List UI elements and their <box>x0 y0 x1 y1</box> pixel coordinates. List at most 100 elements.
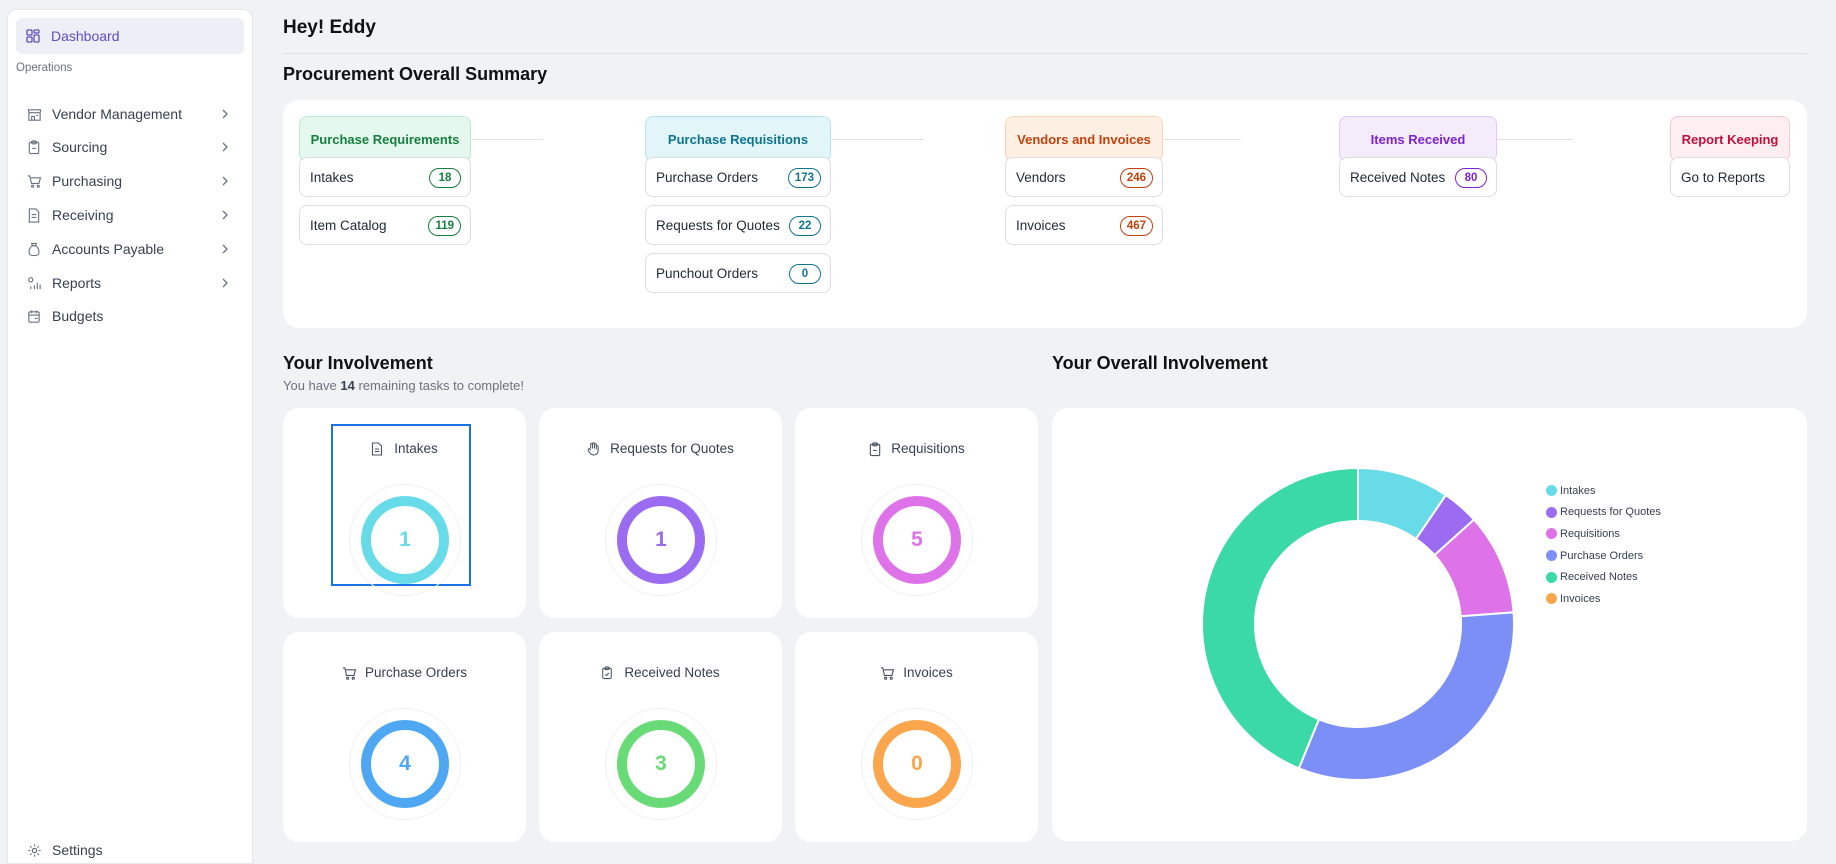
sidebar-item-accounts-payable[interactable]: Accounts Payable <box>16 232 244 266</box>
count-badge: 80 <box>1455 168 1487 188</box>
cart-icon <box>26 173 42 189</box>
sidebar-item-dashboard[interactable]: Dashboard <box>16 18 244 54</box>
chevron-right-icon <box>218 242 232 256</box>
summary-item-label: Requests for Quotes <box>656 217 780 233</box>
legend-swatch <box>1546 485 1557 497</box>
legend-label: Purchase Orders <box>1560 549 1644 562</box>
clipboard-check-icon <box>601 665 615 680</box>
summary-header-items-received[interactable]: Items Received <box>1339 116 1497 162</box>
count-badge: 173 <box>787 168 821 188</box>
task-card-title: Requests for Quotes <box>539 441 782 456</box>
legend-item-received-notes[interactable]: Received Notes <box>1546 566 1661 588</box>
legend-swatch <box>1546 571 1557 583</box>
task-count-value: 5 <box>873 496 961 584</box>
summary-item-intakes[interactable]: Intakes 18 <box>299 157 471 197</box>
chart-legend: Intakes Requests for Quotes Requisitions Pu… <box>1546 480 1661 610</box>
summary-item-label: Punchout Orders <box>656 265 759 281</box>
summary-item-invoices[interactable]: Invoices 467 <box>1005 205 1163 245</box>
clipboard-icon <box>26 139 42 155</box>
subtitle-prefix: You have <box>283 378 337 393</box>
task-card-purchase-orders[interactable]: Purchase Orders 4 <box>283 632 526 842</box>
cart-icon <box>342 666 357 680</box>
gear-icon <box>26 842 42 858</box>
task-count-value: 1 <box>361 496 449 584</box>
summary-item-received-notes[interactable]: Received Notes 80 <box>1339 157 1497 197</box>
document-icon <box>371 441 385 456</box>
summary-item-requests-for-quotes[interactable]: Requests for Quotes 22 <box>645 205 831 245</box>
sidebar-item-label: Purchasing <box>52 173 123 189</box>
task-card-invoices[interactable]: Invoices 0 <box>795 632 1038 842</box>
sidebar-item-reports[interactable]: Reports <box>16 266 244 300</box>
chevron-right-icon <box>218 276 232 290</box>
task-card-label: Intakes <box>394 441 438 456</box>
sidebar-item-sourcing[interactable]: Sourcing <box>16 130 244 164</box>
subtitle-suffix: remaining tasks to complete! <box>358 378 524 393</box>
summary-header-purchase-requisitions[interactable]: Purchase Requisitions <box>645 116 831 162</box>
task-card-label: Requests for Quotes <box>610 441 734 456</box>
task-card-received-notes[interactable]: Received Notes 3 <box>539 632 782 842</box>
involvement-subtitle: You have 14 remaining tasks to complete! <box>283 378 524 393</box>
sidebar-item-purchasing[interactable]: Purchasing <box>16 164 244 198</box>
task-count-ring: 5 <box>861 484 973 596</box>
sidebar-item-receiving[interactable]: Receiving <box>16 198 244 232</box>
legend-item-invoices[interactable]: Invoices <box>1546 588 1661 610</box>
legend-item-purchase-orders[interactable]: Purchase Orders <box>1546 545 1661 567</box>
sidebar-item-settings[interactable]: Settings <box>16 833 244 864</box>
chevron-right-icon <box>218 107 232 121</box>
task-count-ring: 3 <box>605 708 717 820</box>
page-greeting: Hey! Eddy <box>283 17 376 38</box>
sidebar-item-budgets[interactable]: Budgets <box>16 299 244 333</box>
task-card-requisitions[interactable]: Requisitions 5 <box>795 408 1038 618</box>
summary-item-punchout-orders[interactable]: Punchout Orders 0 <box>645 253 831 293</box>
task-count-value: 3 <box>617 720 705 808</box>
legend-label: Requisitions <box>1560 527 1620 540</box>
legend-item-requisitions[interactable]: Requisitions <box>1546 523 1661 545</box>
summary-header-purchase-requirements[interactable]: Purchase Requirements <box>299 116 471 162</box>
summary-item-label: Vendors <box>1016 169 1066 185</box>
summary-item-vendors[interactable]: Vendors 246 <box>1005 157 1163 197</box>
sidebar-item-vendor-management[interactable]: Vendor Management <box>16 97 244 131</box>
legend-swatch <box>1546 550 1557 562</box>
connector-line <box>471 139 543 140</box>
summary-item-label: Intakes <box>310 169 354 185</box>
donut-slice-received-notes[interactable] <box>1201 466 1359 770</box>
receipt-icon <box>26 207 42 223</box>
task-card-title: Invoices <box>795 665 1038 680</box>
connector-line <box>831 139 923 140</box>
summary-header-report-keeping[interactable]: Report Keeping <box>1670 116 1790 162</box>
store-icon <box>26 106 42 122</box>
header-divider <box>283 53 1807 54</box>
task-count-ring: 1 <box>349 484 461 596</box>
sidebar-item-label: Settings <box>52 842 103 858</box>
legend-swatch <box>1546 506 1557 518</box>
sidebar-item-label: Vendor Management <box>52 106 182 122</box>
legend-item-intakes[interactable]: Intakes <box>1546 480 1661 502</box>
sidebar-item-label: Budgets <box>52 308 104 324</box>
summary-title: Procurement Overall Summary <box>283 64 548 84</box>
sidebar-item-label: Accounts Payable <box>52 241 165 257</box>
task-card-title: Requisitions <box>795 441 1038 456</box>
donut-chart <box>1201 466 1515 781</box>
task-card-intakes[interactable]: Intakes 1 <box>283 408 526 618</box>
summary-header-vendors-and-invoices[interactable]: Vendors and Invoices <box>1005 116 1163 162</box>
count-badge: 18 <box>429 168 461 188</box>
reports-icon <box>26 275 42 291</box>
procurement-summary-panel: Purchase Requirements Intakes 18 Item Catal… <box>283 100 1807 328</box>
summary-item-item-catalog[interactable]: Item Catalog 119 <box>299 205 471 245</box>
legend-label: Received Notes <box>1560 571 1638 584</box>
sidebar-item-label: Reports <box>52 275 102 291</box>
donut-slice-purchase-orders[interactable] <box>1297 611 1515 781</box>
task-card-requests-for-quotes[interactable]: Requests for Quotes 1 <box>539 408 782 618</box>
overall-title: Your Overall Involvement <box>1052 353 1268 373</box>
task-card-title: Received Notes <box>539 665 782 680</box>
legend-item-requests-for-quotes[interactable]: Requests for Quotes <box>1546 502 1661 524</box>
task-count-ring: 1 <box>605 484 717 596</box>
connector-line <box>1163 139 1241 140</box>
hand-icon <box>587 441 601 456</box>
legend-label: Intakes <box>1560 484 1596 497</box>
summary-item-purchase-orders[interactable]: Purchase Orders 173 <box>645 157 831 197</box>
task-card-label: Purchase Orders <box>364 665 468 680</box>
summary-item-go-to-reports[interactable]: Go to Reports <box>1670 157 1790 197</box>
sidebar-item-label: Receiving <box>52 207 114 223</box>
task-card-title: Intakes <box>283 441 526 456</box>
